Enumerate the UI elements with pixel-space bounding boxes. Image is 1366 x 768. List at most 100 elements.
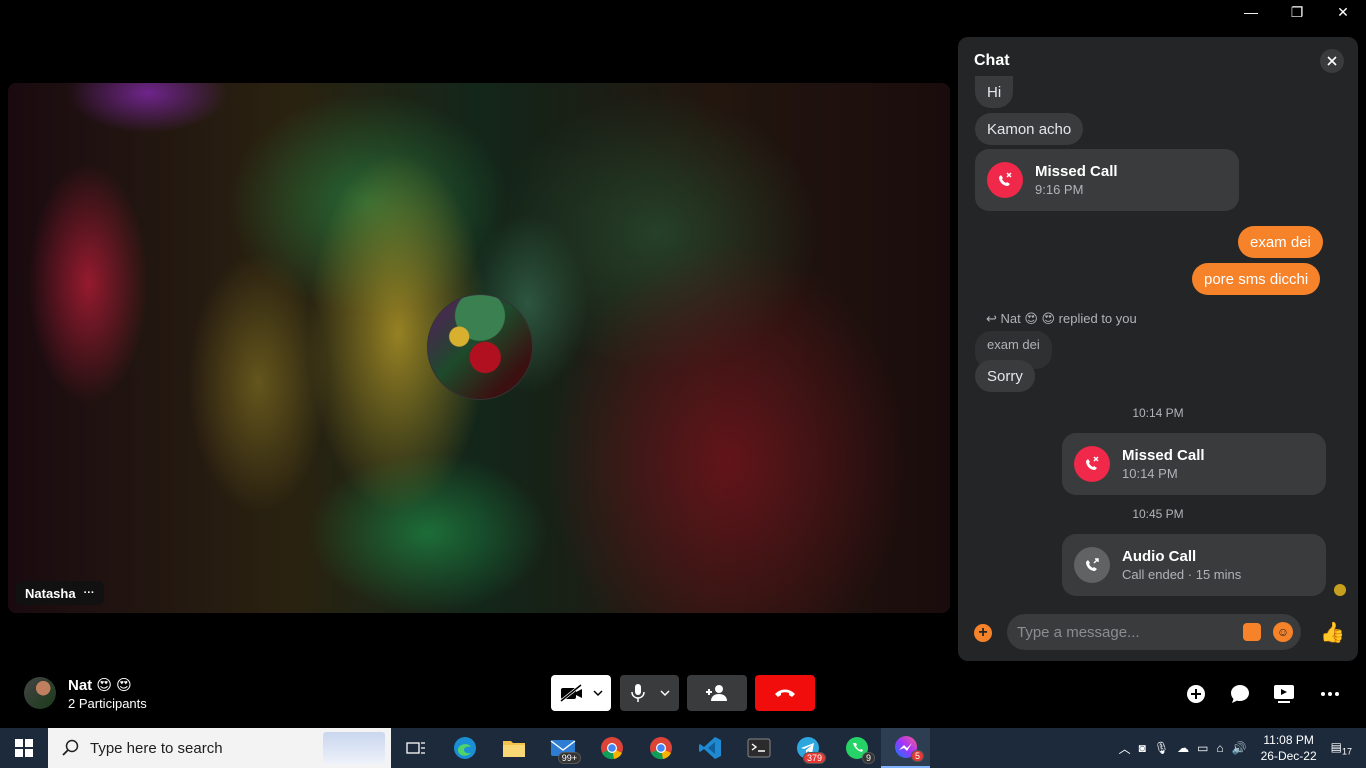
- volume-icon[interactable]: 🔊: [1232, 741, 1247, 755]
- messenger-badge: 5: [910, 750, 924, 762]
- task-view-icon: [405, 742, 425, 754]
- chrome-icon: [649, 737, 672, 760]
- vscode-icon: [698, 737, 721, 759]
- chat-title: Chat: [974, 52, 1010, 69]
- search-icon: [62, 739, 79, 756]
- plus-circle-icon: [1187, 685, 1205, 703]
- battery-icon[interactable]: ▭: [1197, 741, 1208, 755]
- clock-date: 26-Dec-22: [1260, 749, 1317, 763]
- video-stage: Natasha ···: [8, 83, 950, 613]
- chevron-down-icon[interactable]: [593, 689, 603, 697]
- microphone-tray-icon[interactable]: 🎙: [1154, 741, 1169, 755]
- share-screen-icon: [1274, 685, 1294, 703]
- add-participant-button[interactable]: [687, 675, 747, 711]
- contact-name: Nat 😍 😍: [68, 677, 132, 694]
- participant-name-tag[interactable]: Natasha ···: [16, 581, 104, 605]
- my-message-bubble[interactable]: exam dei: [1238, 226, 1323, 258]
- phone-outgoing-icon: [1074, 547, 1110, 583]
- camera-toggle-button[interactable]: [551, 675, 611, 711]
- call-title: Missed Call: [1035, 163, 1118, 180]
- timestamp: 10:14 PM: [1132, 406, 1184, 420]
- windows-logo-icon: [15, 739, 33, 757]
- missed-call-icon: [987, 162, 1023, 198]
- message-input[interactable]: [1017, 614, 1227, 650]
- call-time: 9:16 PM: [1035, 182, 1084, 197]
- edge-browser-button[interactable]: [440, 728, 489, 768]
- mail-badge: 99+: [557, 752, 581, 764]
- notification-center-icon[interactable]: ▤17: [1331, 740, 1352, 756]
- chat-panel: Chat Hi Kamon acho Missed Call 9:16 PM e…: [958, 37, 1358, 661]
- add-attachment-button[interactable]: +: [974, 624, 992, 642]
- missed-call-icon: [1074, 446, 1110, 482]
- video-off-icon: [560, 684, 582, 702]
- chat-toggle-button[interactable]: [1228, 682, 1252, 706]
- microphone-icon: [630, 684, 645, 702]
- more-options-button[interactable]: [1318, 682, 1342, 706]
- call-title: Missed Call: [1122, 447, 1205, 464]
- close-icon: [1327, 56, 1337, 66]
- clock-time: 11:08 PM: [1263, 733, 1314, 747]
- notification-count: 17: [1341, 746, 1352, 757]
- restore-button[interactable]: ❐: [1274, 0, 1320, 24]
- taskbar-search[interactable]: Type here to search: [48, 728, 391, 768]
- missed-call-card[interactable]: Missed Call 10:14 PM: [1062, 433, 1326, 495]
- taskbar-clock[interactable]: 11:08 PM 26-Dec-22: [1261, 732, 1317, 764]
- audio-call-card[interactable]: Audio Call Call ended · 15 mins: [1062, 534, 1326, 596]
- chrome-icon: [600, 737, 623, 760]
- add-button[interactable]: [1184, 682, 1208, 706]
- microphone-button[interactable]: [620, 675, 679, 711]
- close-chat-button[interactable]: [1320, 49, 1344, 73]
- chevron-up-icon[interactable]: ︿: [1119, 740, 1131, 757]
- more-options-icon[interactable]: ···: [84, 587, 95, 599]
- system-tray: ︿ ◙ 🎙 ☁ ▭ ⌂ 🔊 11:08 PM 26-Dec-22 ▤17: [1115, 728, 1366, 768]
- close-window-button[interactable]: ✕: [1320, 0, 1366, 24]
- start-button[interactable]: [0, 728, 48, 768]
- hang-up-icon: [775, 689, 795, 697]
- reply-arrow-icon: ↩: [986, 311, 1001, 326]
- chat-bubble-icon: [1231, 685, 1249, 703]
- message-bubble[interactable]: Hi: [975, 76, 1014, 108]
- message-composer: ☺: [1007, 614, 1301, 650]
- emoji-icon[interactable]: ☺: [1273, 622, 1293, 642]
- timestamp: 10:45 PM: [1132, 507, 1184, 521]
- terminal-icon: [747, 738, 770, 758]
- vscode-button[interactable]: [685, 728, 734, 768]
- chrome-button[interactable]: [587, 728, 636, 768]
- telegram-button[interactable]: 379: [783, 728, 832, 768]
- call-time: 10:14 PM: [1122, 466, 1178, 481]
- file-explorer-button[interactable]: [489, 728, 538, 768]
- minimize-button[interactable]: —: [1228, 0, 1274, 24]
- messenger-call-window: — ❐ ✕ Natasha ··· Chat Hi Kamon acho Mis…: [0, 0, 1366, 728]
- reply-message-bubble[interactable]: Sorry: [975, 360, 1035, 392]
- terminal-button[interactable]: [734, 728, 783, 768]
- share-screen-button[interactable]: [1272, 682, 1296, 706]
- search-placeholder: Type here to search: [90, 739, 223, 757]
- edge-icon: [453, 737, 476, 759]
- avatar: [24, 677, 56, 709]
- messenger-button[interactable]: 5: [881, 728, 930, 768]
- network-icon[interactable]: ⌂: [1216, 741, 1223, 755]
- whatsapp-button[interactable]: 9: [832, 728, 881, 768]
- chrome-profile-button[interactable]: [636, 728, 685, 768]
- mail-button[interactable]: 99+: [538, 728, 587, 768]
- seen-avatar: [1334, 584, 1346, 596]
- add-person-icon: [706, 685, 727, 701]
- call-status: Call ended · 15 mins: [1122, 567, 1242, 582]
- participant-avatar: [427, 294, 533, 400]
- end-call-button[interactable]: [755, 675, 815, 711]
- my-message-bubble[interactable]: pore sms dicchi: [1192, 263, 1321, 295]
- sticker-icon[interactable]: [1243, 623, 1261, 641]
- window-controls: — ❐ ✕: [1228, 0, 1366, 24]
- thumbs-up-icon[interactable]: 👍: [1320, 620, 1345, 645]
- task-view-button[interactable]: [391, 728, 440, 768]
- chevron-down-icon[interactable]: [659, 689, 670, 697]
- participants-count: 2 Participants: [68, 696, 147, 711]
- reply-header: ↩ Nat 😍 😍 replied to you: [986, 311, 1137, 327]
- missed-call-card[interactable]: Missed Call 9:16 PM: [975, 149, 1239, 211]
- onedrive-icon[interactable]: ☁: [1177, 741, 1189, 755]
- message-bubble[interactable]: Kamon acho: [975, 113, 1084, 145]
- reply-header-text: Nat 😍 😍 replied to you: [1000, 311, 1137, 326]
- participant-name: Natasha: [25, 585, 76, 601]
- camera-tray-icon[interactable]: ◙: [1139, 741, 1146, 755]
- folder-icon: [502, 741, 525, 757]
